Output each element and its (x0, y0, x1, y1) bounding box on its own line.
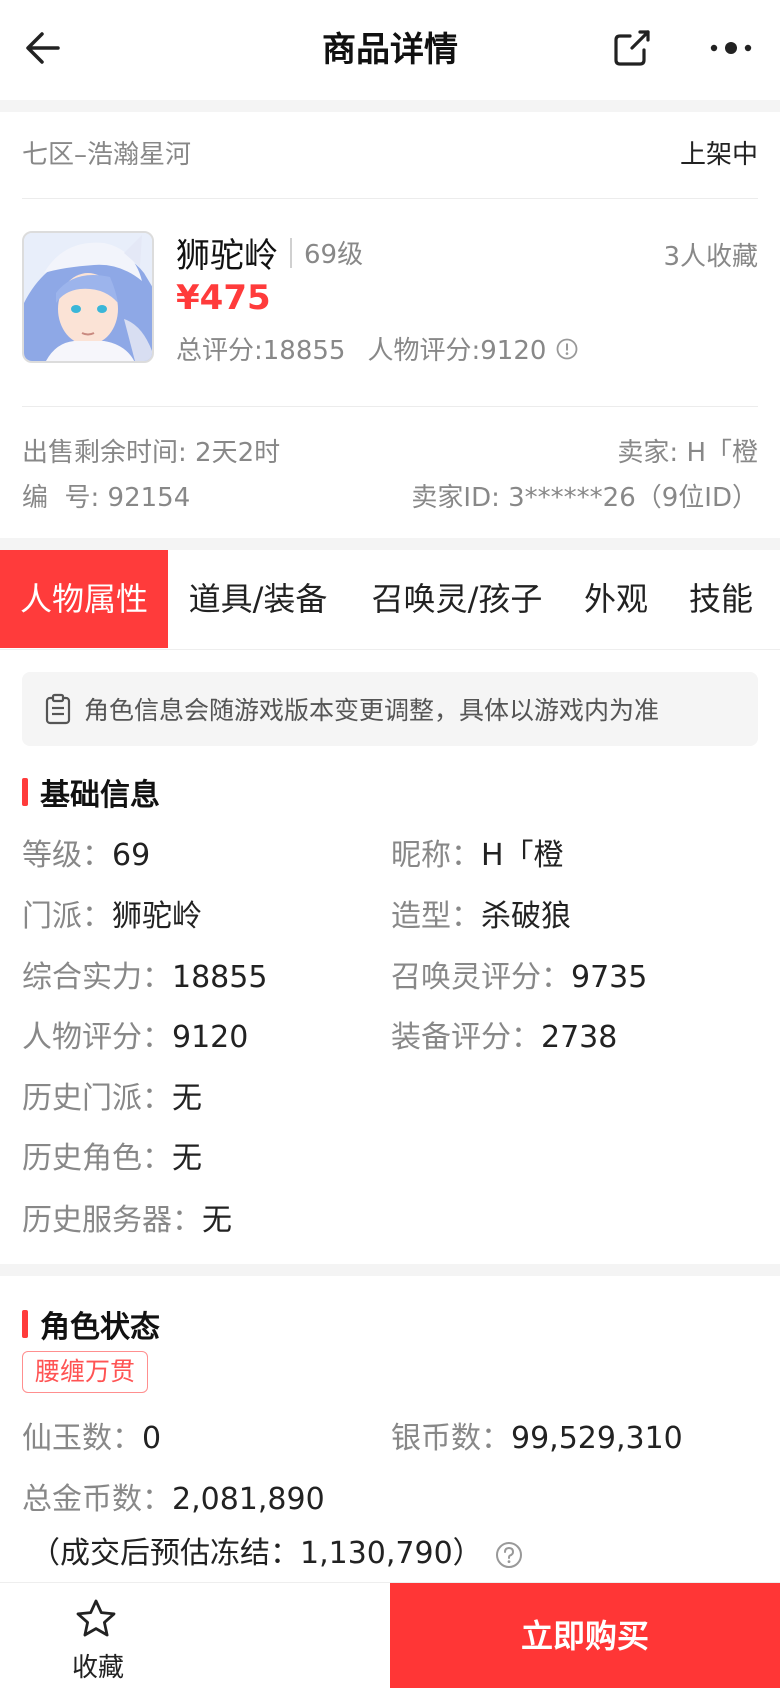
more-icon[interactable] (706, 26, 756, 70)
server-row: 七区–浩瀚星河 上架中 (22, 134, 758, 171)
section-title-text: 基础信息 (40, 778, 160, 813)
character-avatar (22, 231, 154, 363)
section-divider (0, 538, 780, 550)
price: ¥475 (176, 278, 271, 318)
attr-character-score: 人物评分：9120 (22, 1012, 248, 1056)
listing-status: 上架中 (679, 140, 758, 170)
info-icon[interactable] (556, 338, 578, 360)
star-icon (76, 1599, 116, 1637)
top-nav-bar: 商品详情 (0, 0, 780, 100)
tab-character-attributes[interactable]: 人物属性 (0, 550, 168, 648)
attr-key: 仙玉数： (22, 1421, 142, 1456)
attr-history-server: 历史服务器：无 (22, 1195, 232, 1239)
divider-line (22, 198, 758, 199)
attr-key: 人物评分： (22, 1020, 172, 1055)
attr-key: 装备评分： (391, 1020, 541, 1055)
section-divider (0, 100, 780, 112)
attr-history-role: 历史角色：无 (22, 1133, 202, 1177)
page-title: 商品详情 (322, 30, 458, 70)
attr-key: 昵称： (391, 838, 481, 873)
attr-key: 银币数： (391, 1421, 511, 1456)
attr-equipment-score: 装备评分：2738 (391, 1012, 617, 1056)
section-title-text: 角色状态 (40, 1310, 160, 1345)
attr-value: 2738 (541, 1020, 618, 1055)
attr-value: 99,529,310 (511, 1421, 683, 1456)
attr-key: 召唤灵评分： (391, 960, 571, 995)
info-notice: 角色信息会随游戏版本变更调整，具体以游戏内为准 (22, 672, 758, 746)
section-divider (0, 1264, 780, 1276)
seller-id: 卖家ID: 3******26（9位ID） (411, 483, 758, 513)
favorite-button[interactable]: 收藏 (0, 1583, 390, 1688)
attr-history-school: 历史门派：无 (22, 1073, 202, 1117)
section-title-role-status: 角色状态 (22, 1302, 160, 1346)
attr-key: 综合实力： (22, 960, 172, 995)
buy-now-button[interactable]: 立即购买 (390, 1583, 780, 1688)
score-row: 总评分:18855 人物评分:9120 (176, 330, 578, 367)
clipboard-icon (45, 693, 71, 725)
attr-model: 造型：杀破狼 (391, 891, 571, 935)
attr-key: 历史角色： (22, 1141, 172, 1176)
attr-key: 历史门派： (22, 1081, 172, 1116)
serial-row: 编 号: 92154 卖家ID: 3******26（9位ID） (22, 477, 758, 514)
character-school: 狮驼岭 (176, 236, 278, 276)
share-icon[interactable] (610, 26, 654, 70)
attr-level: 等级：69 (22, 830, 150, 874)
attr-value: 0 (142, 1421, 162, 1456)
attr-value: 18855 (172, 960, 268, 995)
frozen-estimate-row: （成交后预估冻结：1,130,790） (30, 1528, 523, 1572)
back-arrow-icon[interactable] (22, 26, 66, 70)
attr-silver-count: 银币数：99,529,310 (391, 1413, 683, 1457)
attr-gold-count: 总金币数：2,081,890 (22, 1474, 325, 1518)
frozen-estimate: （成交后预估冻结：1,130,790） (30, 1536, 483, 1571)
seller-name: 卖家: H「橙 (617, 438, 758, 468)
attr-summon-score: 召唤灵评分：9735 (391, 952, 647, 996)
attr-value: 无 (202, 1203, 232, 1238)
attr-overall-power: 综合实力：18855 (22, 952, 267, 996)
attr-school: 门派：狮驼岭 (22, 891, 202, 935)
tab-skills[interactable]: 技能 (680, 550, 762, 648)
character-portrait-icon (24, 233, 152, 361)
attr-key: 门派： (22, 899, 112, 934)
time-seller-row: 出售剩余时间: 2天2时 卖家: H「橙 (22, 432, 758, 469)
tab-items-equipment[interactable]: 道具/装备 (178, 550, 338, 648)
serial-number: 编 号: 92154 (22, 483, 191, 513)
section-accent-bar (22, 1310, 28, 1338)
attr-value: 69 (112, 838, 151, 873)
divider-line (22, 406, 758, 407)
notice-text: 角色信息会随游戏版本变更调整，具体以游戏内为准 (84, 696, 660, 725)
attr-value: 杀破狼 (481, 899, 571, 934)
attr-nickname: 昵称：H「橙 (391, 830, 564, 874)
tab-appearance[interactable]: 外观 (576, 550, 656, 648)
wealth-badge: 腰缠万贯 (22, 1351, 149, 1393)
attr-key: 历史服务器： (22, 1203, 202, 1238)
section-title-basic-info: 基础信息 (22, 770, 160, 814)
favorite-label: 收藏 (71, 1653, 124, 1683)
remaining-time: 出售剩余时间: 2天2时 (22, 438, 281, 468)
attr-value: 2,081,890 (172, 1482, 325, 1517)
total-score: 总评分:18855 (176, 336, 346, 366)
attr-key: 造型： (391, 899, 481, 934)
tab-bar: 人物属性 道具/装备 召唤灵/孩子 外观 技能 (0, 550, 780, 650)
help-icon[interactable] (495, 1541, 523, 1569)
tab-summons-children[interactable]: 召唤灵/孩子 (362, 550, 552, 648)
attr-value: 无 (172, 1081, 202, 1116)
bottom-action-bar: 收藏 立即购买 (0, 1582, 780, 1688)
favorite-count: 3人收藏 (663, 242, 758, 272)
character-score: 人物评分:9120 (367, 336, 547, 366)
attr-value: H「橙 (481, 838, 564, 873)
server-name: 七区–浩瀚星河 (22, 140, 192, 170)
character-name-row: 狮驼岭 69级 (176, 228, 363, 277)
attr-key: 总金币数： (22, 1482, 172, 1517)
attr-value: 9120 (172, 1020, 249, 1055)
attr-value: 无 (172, 1141, 202, 1176)
attr-value: 9735 (571, 960, 648, 995)
section-accent-bar (22, 778, 28, 806)
attr-key: 等级： (22, 838, 112, 873)
attr-value: 狮驼岭 (112, 899, 202, 934)
attr-jade-count: 仙玉数：0 (22, 1413, 161, 1457)
character-level: 69级 (304, 240, 364, 270)
product-detail-page: 商品详情 七区–浩瀚星河 上架中 狮驼岭 69级 3人收藏 ¥475 总评分:1… (0, 0, 780, 1688)
vertical-divider (290, 237, 292, 268)
